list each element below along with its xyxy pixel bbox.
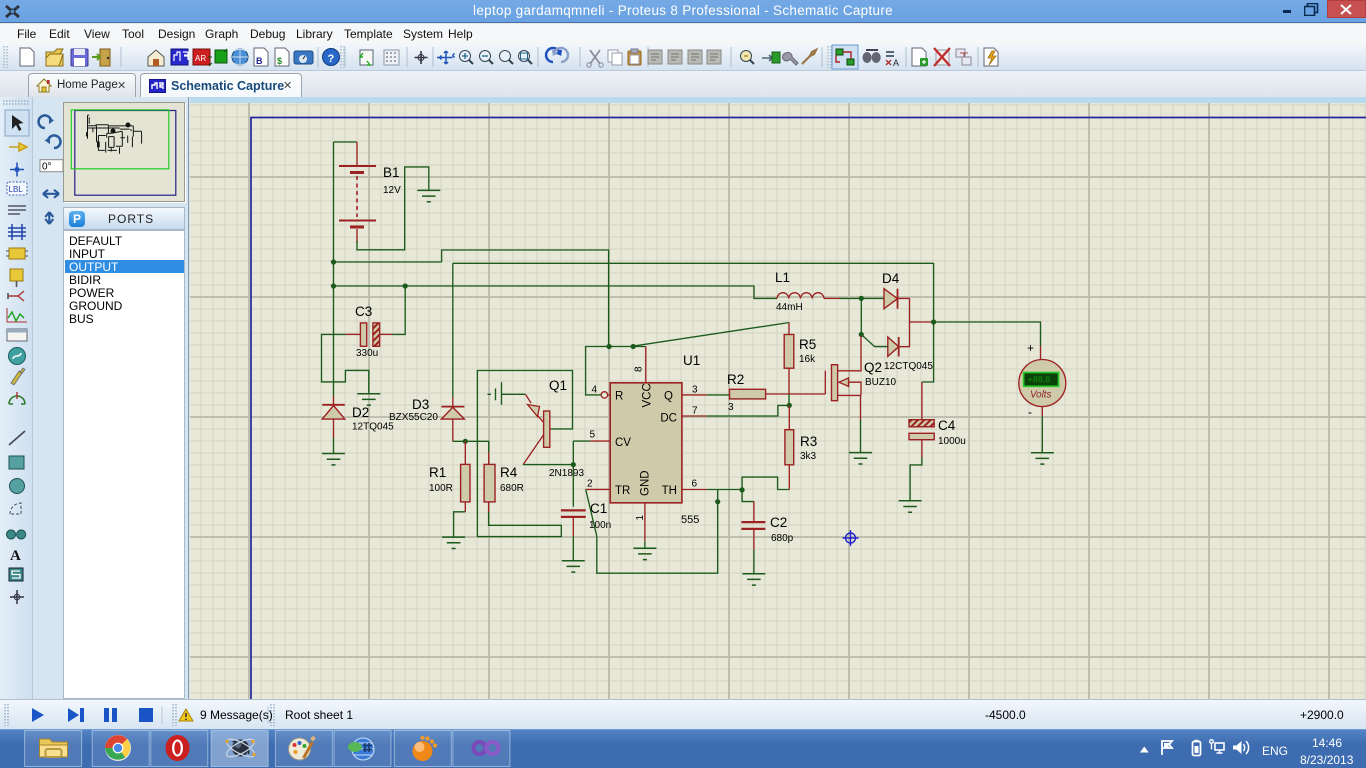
svg-text:DC: DC <box>660 412 677 424</box>
svg-text:D4: D4 <box>882 271 900 286</box>
svg-text:12TQ045: 12TQ045 <box>352 422 394 433</box>
svg-text:+: + <box>1027 341 1034 355</box>
svg-text:100R: 100R <box>429 483 453 494</box>
svg-text:D3: D3 <box>412 397 429 412</box>
svg-text:Q2: Q2 <box>864 360 882 375</box>
svg-text:1: 1 <box>635 515 646 521</box>
svg-text:7: 7 <box>692 406 698 417</box>
svg-text:6: 6 <box>692 479 698 490</box>
svg-text:Q: Q <box>664 391 673 403</box>
svg-text:12CTQ045: 12CTQ045 <box>884 361 933 372</box>
svg-text:Q1: Q1 <box>549 378 567 393</box>
svg-text:330u: 330u <box>356 348 378 359</box>
svg-text:BZX55C20: BZX55C20 <box>389 412 438 423</box>
svg-text:C1: C1 <box>590 501 607 516</box>
svg-text:CV: CV <box>615 437 631 449</box>
svg-text:A: A <box>10 548 21 564</box>
svg-text:2: 2 <box>587 479 593 490</box>
svg-text:3: 3 <box>692 385 698 396</box>
svg-text:BUZ10: BUZ10 <box>865 377 897 388</box>
svg-text:0°: 0° <box>42 162 52 173</box>
svg-text:680R: 680R <box>500 483 524 494</box>
svg-text:TR: TR <box>615 485 630 497</box>
svg-text:LBL: LBL <box>9 185 24 194</box>
svg-text:L1: L1 <box>775 270 790 285</box>
svg-text:4: 4 <box>592 385 598 396</box>
svg-text:R3: R3 <box>800 434 817 449</box>
svg-text:C3: C3 <box>355 304 372 319</box>
svg-text:C4: C4 <box>938 418 956 433</box>
svg-text:U1: U1 <box>683 353 700 368</box>
svg-text:Volts: Volts <box>1030 390 1052 401</box>
svg-text:D2: D2 <box>352 405 369 420</box>
svg-text:TH: TH <box>662 485 677 497</box>
svg-text:R5: R5 <box>799 337 816 352</box>
svg-text:A: A <box>893 58 899 68</box>
svg-text:16k: 16k <box>799 354 816 365</box>
svg-text:680p: 680p <box>771 533 794 544</box>
svg-text:5: 5 <box>590 430 596 441</box>
svg-text:12V: 12V <box>383 185 401 196</box>
svg-text:3: 3 <box>728 402 734 413</box>
svg-text:?: ? <box>328 53 335 65</box>
svg-text:-: - <box>1028 405 1032 419</box>
svg-text:44mH: 44mH <box>776 302 803 313</box>
svg-text:R: R <box>615 391 623 403</box>
svg-text:R4: R4 <box>500 465 518 480</box>
svg-text:R1: R1 <box>429 465 446 480</box>
svg-text:B1: B1 <box>383 165 400 180</box>
svg-text:$: $ <box>277 56 282 66</box>
svg-text:B: B <box>256 56 263 66</box>
svg-text:GND: GND <box>640 470 652 496</box>
svg-text:VCC: VCC <box>642 383 654 407</box>
svg-text:1000u: 1000u <box>938 436 966 447</box>
svg-text:100n: 100n <box>589 520 611 531</box>
svg-text:C2: C2 <box>770 515 787 530</box>
svg-text:AR: AR <box>195 54 206 63</box>
svg-text:2N1893: 2N1893 <box>549 468 584 479</box>
svg-text:R2: R2 <box>727 372 744 387</box>
svg-text:8: 8 <box>634 366 645 372</box>
svg-text:3k3: 3k3 <box>800 451 817 462</box>
svg-text:+88.8: +88.8 <box>1028 375 1051 385</box>
svg-text:555: 555 <box>681 514 699 526</box>
